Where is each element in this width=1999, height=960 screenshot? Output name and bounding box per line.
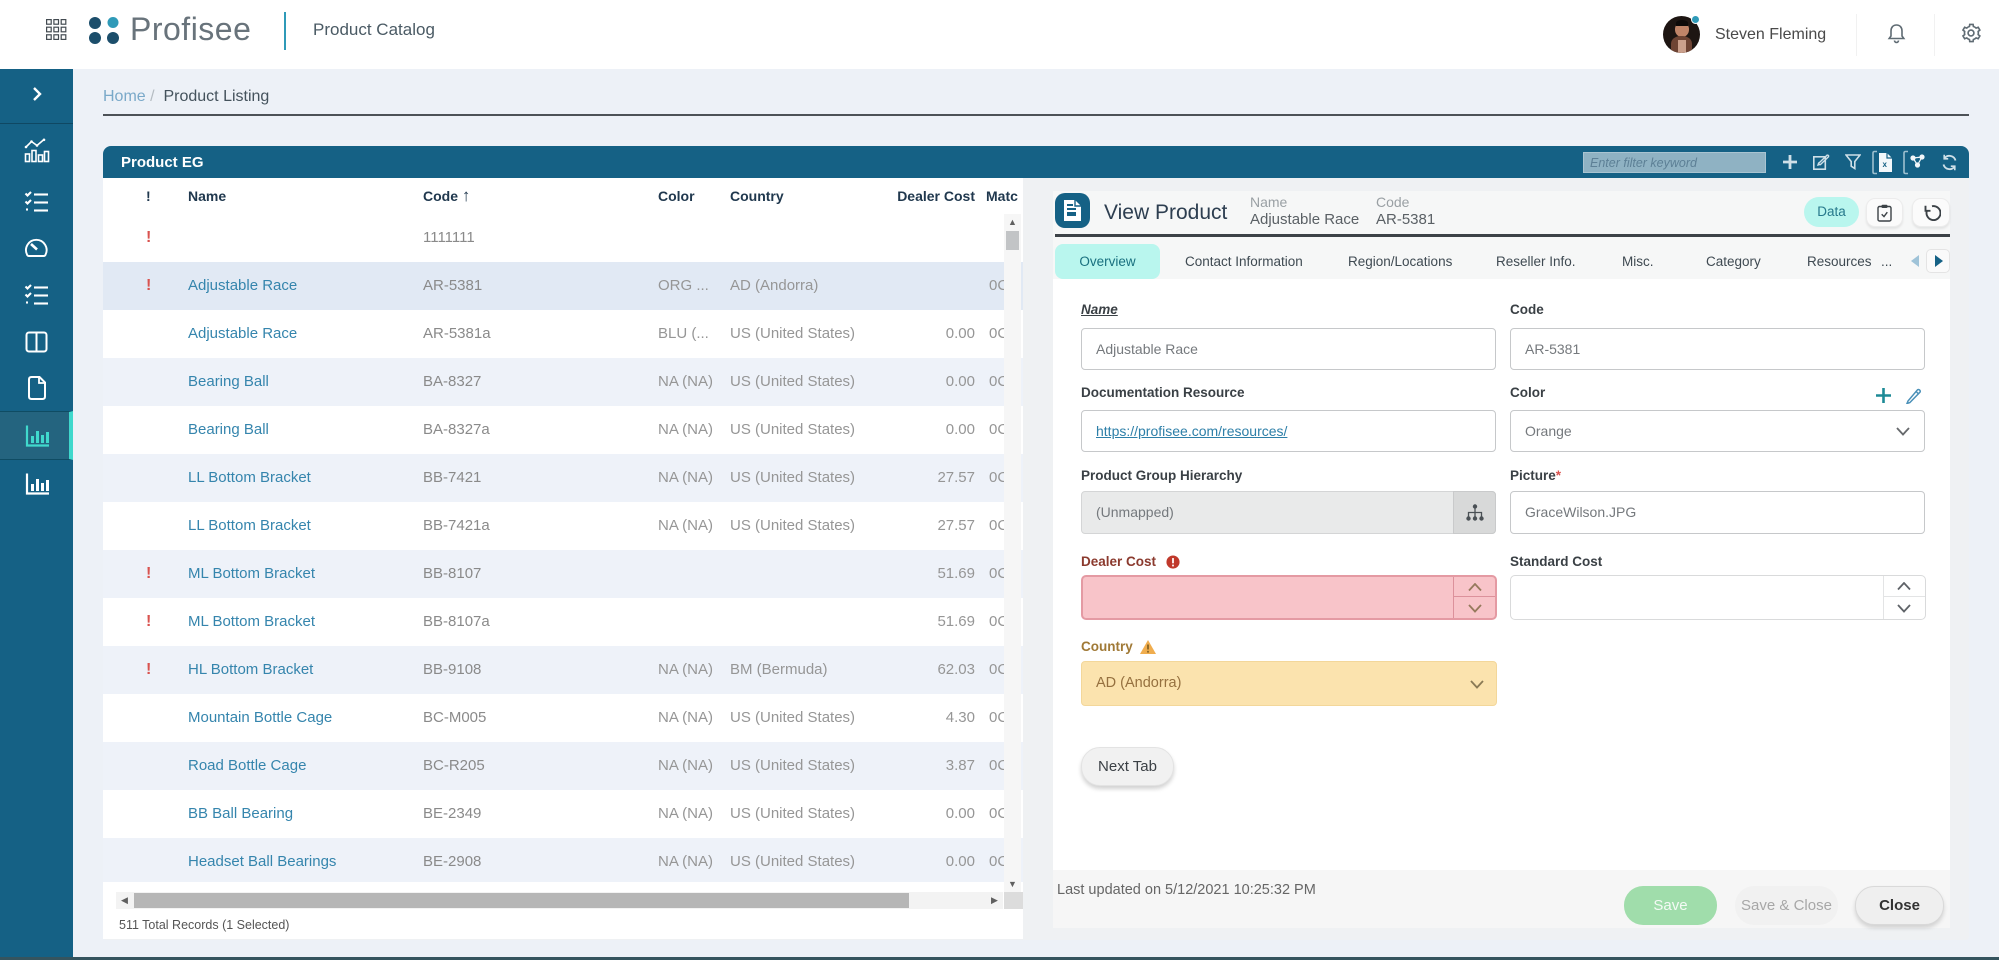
svg-text:x: x: [1883, 160, 1888, 169]
